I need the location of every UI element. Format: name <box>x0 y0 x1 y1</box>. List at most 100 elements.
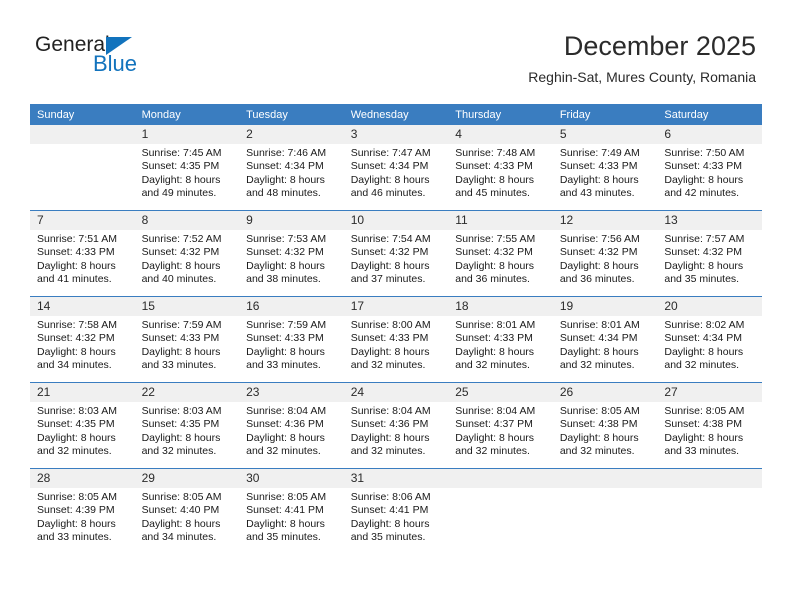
day-cell[interactable]: 30 Sunrise: 8:05 AM Sunset: 4:41 PM Dayligh… <box>239 469 344 555</box>
day-number: 4 <box>448 125 553 144</box>
sunrise-text: Sunrise: 8:05 AM <box>141 491 222 503</box>
day-cell-body: Sunrise: 7:59 AM Sunset: 4:33 PM Daylight:… <box>135 316 240 372</box>
daylight-text-line2: and 33 minutes. <box>246 358 321 371</box>
day-cell[interactable]: 9 Sunrise: 7:53 AM Sunset: 4:32 PM Daylight… <box>239 210 344 297</box>
sunset-text: Sunset: 4:32 PM <box>246 246 324 259</box>
day-cell[interactable]: 1 Sunrise: 7:45 AM Sunset: 4:35 PM Daylight… <box>134 125 240 211</box>
sunset-text: Sunset: 4:34 PM <box>559 332 638 345</box>
day-cell[interactable]: 19 Sunrise: 8:01 AM Sunset: 4:34 PM Dayligh… <box>552 296 658 383</box>
daylight-text-line1: Daylight: 8 hours <box>246 259 325 272</box>
day-cell[interactable]: 25 Sunrise: 8:04 AM Sunset: 4:37 PM Dayligh… <box>448 382 553 469</box>
daylight-text-line2: and 41 minutes. <box>37 272 112 285</box>
daylight-text-line2: and 34 minutes. <box>37 358 112 371</box>
page-header: General Blue December 2025 Reghin-Sat, M… <box>0 0 792 100</box>
sunrise-text: Sunrise: 8:03 AM <box>141 405 222 417</box>
daylight-text-line1: Daylight: 8 hours <box>141 173 221 186</box>
day-cell[interactable]: 13 Sunrise: 7:57 AM Sunset: 4:32 PM Dayligh… <box>657 210 762 297</box>
sunrise-text: Sunrise: 8:05 AM <box>37 491 117 503</box>
day-cell[interactable]: 3 Sunrise: 7:47 AM Sunset: 4:34 PM Daylight… <box>343 125 449 211</box>
day-cell-body: Sunrise: 7:58 AM Sunset: 4:32 PM Daylight:… <box>30 316 135 372</box>
weekday-header-row: Sunday Monday Tuesday Wednesday Thursday Frid… <box>30 104 762 125</box>
day-cell[interactable]: 24 Sunrise: 8:04 AM Sunset: 4:36 PM Dayligh… <box>343 382 449 469</box>
sunset-text: Sunset: 4:37 PM <box>455 418 533 431</box>
daylight-text-line1: Daylight: 8 hours <box>246 517 325 530</box>
day-cell[interactable]: 2 Sunrise: 7:46 AM Sunset: 4:34 PM Daylight… <box>239 125 344 211</box>
day-cell[interactable]: 8 Sunrise: 7:52 AM Sunset: 4:32 PM Daylight… <box>134 210 240 297</box>
day-number: 15 <box>134 297 240 316</box>
day-cell-body: Sunrise: 7:50 AM Sunset: 4:33 PM Daylight:… <box>657 144 762 200</box>
daylight-text-line1: Daylight: 8 hours <box>559 259 639 272</box>
sunrise-text: Sunrise: 8:05 AM <box>559 405 640 417</box>
day-number: 22 <box>134 383 240 402</box>
day-cell[interactable]: 11 Sunrise: 7:55 AM Sunset: 4:32 PM Dayligh… <box>448 210 553 297</box>
daylight-text-line2: and 32 minutes. <box>350 444 426 457</box>
daylight-text-line2: and 35 minutes. <box>664 272 740 285</box>
calendar-page: General Blue December 2025 Reghin-Sat, M… <box>0 0 792 612</box>
day-number: 31 <box>343 469 449 488</box>
day-cell[interactable]: 12 Sunrise: 7:56 AM Sunset: 4:32 PM Dayligh… <box>552 210 658 297</box>
daylight-text-line2: and 32 minutes. <box>350 358 426 371</box>
day-cell[interactable]: 28 Sunrise: 8:05 AM Sunset: 4:39 PM Dayligh… <box>30 469 135 555</box>
day-cell-empty <box>552 469 658 555</box>
day-cell-empty <box>30 125 135 211</box>
sunrise-text: Sunrise: 7:46 AM <box>246 147 327 159</box>
daylight-text-line1: Daylight: 8 hours <box>559 431 639 444</box>
calendar-week-row: 14 Sunrise: 7:58 AM Sunset: 4:32 PM Dayligh… <box>30 296 762 383</box>
day-cell-body: Sunrise: 8:00 AM Sunset: 4:33 PM Daylight:… <box>344 316 449 372</box>
day-cell-body: Sunrise: 7:57 AM Sunset: 4:32 PM Daylight:… <box>657 230 762 286</box>
day-number: 12 <box>552 211 658 230</box>
sunrise-text: Sunrise: 7:58 AM <box>37 319 117 331</box>
daylight-text-line1: Daylight: 8 hours <box>350 345 430 358</box>
daylight-text-line1: Daylight: 8 hours <box>455 431 535 444</box>
sunrise-text: Sunrise: 7:54 AM <box>350 233 431 245</box>
day-cell[interactable]: 18 Sunrise: 8:01 AM Sunset: 4:33 PM Dayligh… <box>448 296 553 383</box>
day-cell[interactable]: 31 Sunrise: 8:06 AM Sunset: 4:41 PM Dayligh… <box>343 469 449 555</box>
day-cell[interactable]: 7 Sunrise: 7:51 AM Sunset: 4:33 PM Daylight… <box>30 210 135 297</box>
sunrise-text: Sunrise: 7:52 AM <box>141 233 222 245</box>
day-cell[interactable]: 26 Sunrise: 8:05 AM Sunset: 4:38 PM Dayligh… <box>552 382 658 469</box>
day-number: 1 <box>134 125 240 144</box>
day-number: 21 <box>30 383 135 402</box>
sunrise-text: Sunrise: 7:47 AM <box>350 147 431 159</box>
day-cell-body: Sunrise: 7:47 AM Sunset: 4:34 PM Daylight:… <box>344 144 449 200</box>
day-cell-body: Sunrise: 8:04 AM Sunset: 4:36 PM Daylight:… <box>239 402 344 458</box>
daylight-text-line2: and 35 minutes. <box>350 530 426 543</box>
daylight-text-line2: and 32 minutes. <box>559 444 635 457</box>
daylight-text-line1: Daylight: 8 hours <box>664 345 744 358</box>
day-number: 28 <box>30 469 135 488</box>
day-cell[interactable]: 5 Sunrise: 7:49 AM Sunset: 4:33 PM Daylight… <box>552 125 658 211</box>
sunset-text: Sunset: 4:33 PM <box>350 332 429 345</box>
day-cell[interactable]: 23 Sunrise: 8:04 AM Sunset: 4:36 PM Dayligh… <box>239 382 344 469</box>
day-number: 2 <box>239 125 344 144</box>
daylight-text-line1: Daylight: 8 hours <box>246 431 325 444</box>
daylight-text-line1: Daylight: 8 hours <box>350 259 430 272</box>
day-cell-body: Sunrise: 7:49 AM Sunset: 4:33 PM Daylight:… <box>553 144 658 200</box>
sunrise-text: Sunrise: 8:04 AM <box>350 405 431 417</box>
day-cell[interactable]: 10 Sunrise: 7:54 AM Sunset: 4:32 PM Dayligh… <box>343 210 449 297</box>
day-cell[interactable]: 20 Sunrise: 8:02 AM Sunset: 4:34 PM Dayligh… <box>657 296 762 383</box>
day-cell[interactable]: 29 Sunrise: 8:05 AM Sunset: 4:40 PM Dayligh… <box>134 469 240 555</box>
sunrise-text: Sunrise: 7:59 AM <box>141 319 222 331</box>
sunset-text: Sunset: 4:33 PM <box>664 160 743 173</box>
weekday-header-saturday: Saturday <box>657 104 762 125</box>
sunset-text: Sunset: 4:33 PM <box>455 332 533 345</box>
day-cell[interactable]: 4 Sunrise: 7:48 AM Sunset: 4:33 PM Daylight… <box>448 125 553 211</box>
day-cell[interactable]: 22 Sunrise: 8:03 AM Sunset: 4:35 PM Dayligh… <box>134 382 240 469</box>
day-cell-body: Sunrise: 7:51 AM Sunset: 4:33 PM Daylight:… <box>30 230 135 286</box>
daylight-text-line1: Daylight: 8 hours <box>141 517 221 530</box>
day-cell-body: Sunrise: 7:52 AM Sunset: 4:32 PM Daylight:… <box>135 230 240 286</box>
day-cell[interactable]: 14 Sunrise: 7:58 AM Sunset: 4:32 PM Dayligh… <box>30 296 135 383</box>
day-cell[interactable]: 27 Sunrise: 8:05 AM Sunset: 4:38 PM Dayligh… <box>657 382 762 469</box>
day-number: 17 <box>343 297 449 316</box>
day-cell[interactable]: 16 Sunrise: 7:59 AM Sunset: 4:33 PM Dayligh… <box>239 296 344 383</box>
day-cell[interactable]: 17 Sunrise: 8:00 AM Sunset: 4:33 PM Dayligh… <box>343 296 449 383</box>
day-cell[interactable]: 21 Sunrise: 8:03 AM Sunset: 4:35 PM Dayligh… <box>30 382 135 469</box>
sunrise-text: Sunrise: 7:57 AM <box>664 233 745 245</box>
daylight-text-line1: Daylight: 8 hours <box>141 345 221 358</box>
day-number: 9 <box>239 211 344 230</box>
daylight-text-line1: Daylight: 8 hours <box>350 173 430 186</box>
day-cell[interactable]: 15 Sunrise: 7:59 AM Sunset: 4:33 PM Dayligh… <box>134 296 240 383</box>
day-cell-body: Sunrise: 7:48 AM Sunset: 4:33 PM Daylight:… <box>448 144 553 200</box>
day-cell[interactable]: 6 Sunrise: 7:50 AM Sunset: 4:33 PM Daylight… <box>657 125 762 211</box>
day-number: 26 <box>552 383 658 402</box>
